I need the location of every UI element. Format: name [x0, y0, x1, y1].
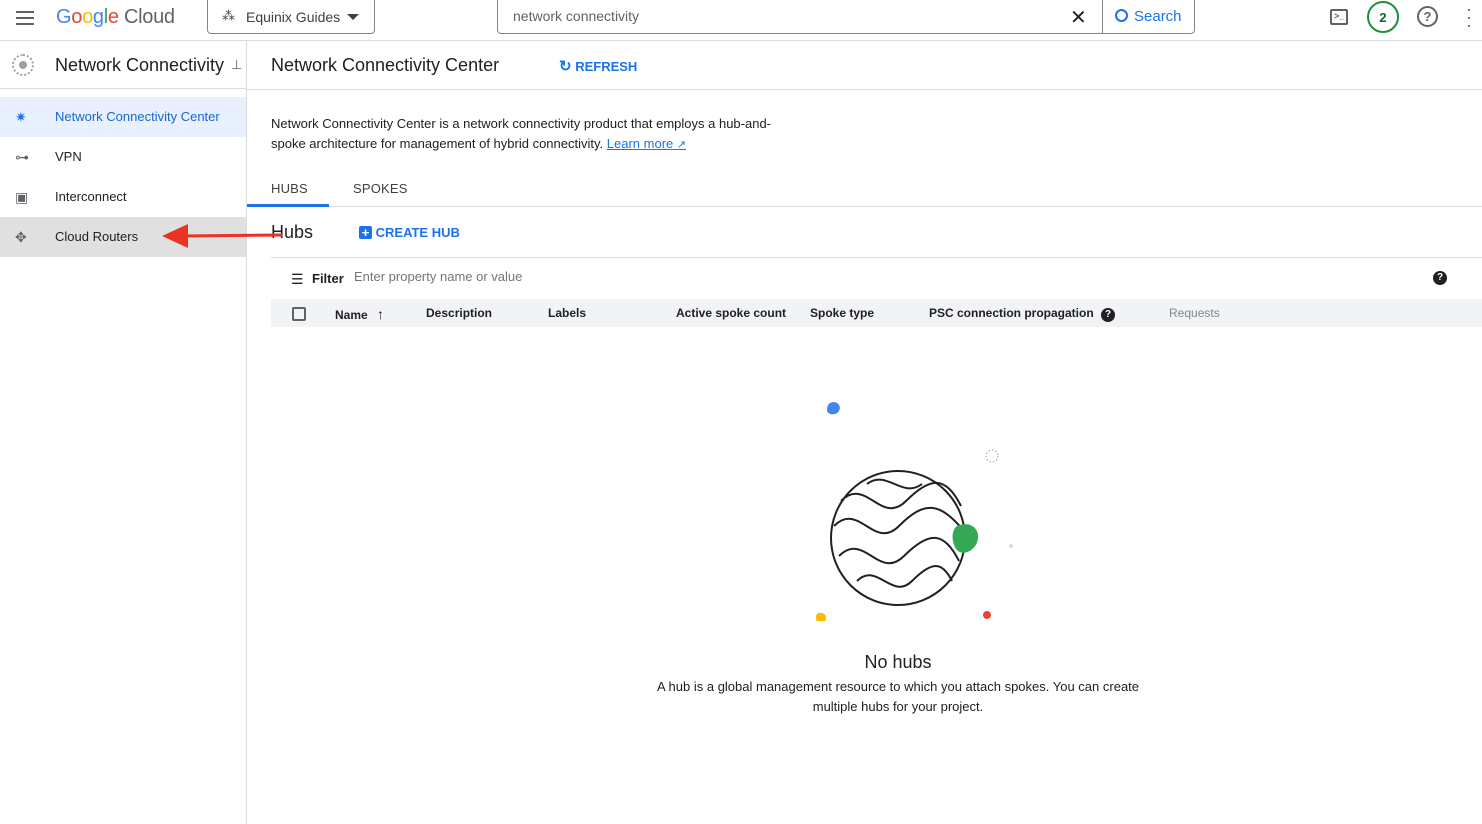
page-description: Network Connectivity Center is a network…	[271, 114, 781, 155]
filter-icon: ☰	[291, 271, 304, 287]
column-label: PSC connection propagation	[929, 306, 1094, 320]
search-bar: ✕ Search	[497, 0, 1195, 34]
column-label: Name	[335, 308, 368, 322]
router-icon: ✥	[15, 229, 27, 245]
clear-search-icon[interactable]: ✕	[1070, 5, 1087, 30]
sidebar-header: Network Connectivity ⊥	[0, 41, 246, 89]
select-all-checkbox[interactable]	[292, 307, 306, 321]
main-content: Network Connectivity Center ↻ REFRESH Ne…	[247, 41, 1482, 824]
sidebar-item-vpn[interactable]: ⊶ VPN	[0, 137, 246, 177]
sidebar-item-label: Cloud Routers	[55, 229, 139, 244]
filter-input[interactable]	[354, 269, 854, 284]
empty-state-illustration	[816, 402, 1013, 621]
network-connectivity-icon	[12, 54, 34, 76]
column-psc-connection-propagation[interactable]: PSC connection propagation ?	[929, 306, 1116, 322]
sidebar-item-network-connectivity-center[interactable]: ✷ Network Connectivity Center	[0, 97, 246, 137]
add-icon: +	[359, 226, 372, 239]
interconnect-icon: ▣	[15, 189, 29, 205]
active-tab-indicator	[247, 204, 329, 207]
learn-more-label: Learn more	[606, 136, 674, 151]
filter-bar: ☰ Filter ?	[271, 257, 1482, 299]
empty-state-title: No hubs	[864, 652, 932, 672]
annotation-arrow	[162, 224, 283, 248]
sidebar-title: Network Connectivity	[55, 55, 225, 75]
project-selector[interactable]: ⁂ Equinix Guides	[207, 0, 375, 34]
google-cloud-logo[interactable]: Google Cloud	[56, 6, 175, 29]
column-requests[interactable]: Requests	[1169, 306, 1220, 320]
column-name[interactable]: Name ↑	[335, 306, 384, 322]
external-link-icon: ↗	[676, 139, 687, 151]
learn-more-link[interactable]: Learn more ↗	[607, 136, 686, 151]
refresh-button[interactable]: ↻ REFRESH	[559, 57, 637, 75]
cloud-shell-icon[interactable]: >_	[1330, 9, 1348, 25]
filter-label: Filter	[312, 271, 344, 286]
tab-spokes[interactable]: SPOKES	[353, 181, 408, 196]
search-button[interactable]: Search	[1102, 0, 1195, 34]
help-icon[interactable]: ?	[1101, 308, 1116, 322]
menu-icon[interactable]	[16, 11, 34, 25]
sidebar-item-interconnect[interactable]: ▣ Interconnect	[0, 177, 246, 217]
tabs: HUBS SPOKES	[247, 171, 1482, 207]
pin-icon[interactable]: ⊥	[231, 57, 242, 73]
vpn-icon: ⊶	[15, 149, 29, 165]
column-help-icon[interactable]: ?	[1433, 271, 1447, 285]
refresh-label: REFRESH	[575, 59, 638, 74]
page-header: Network Connectivity Center ↻ REFRESH	[247, 41, 1482, 90]
column-description[interactable]: Description	[426, 306, 492, 320]
search-icon	[1115, 9, 1128, 22]
notifications-badge[interactable]: 2	[1367, 1, 1399, 33]
description-text: Network Connectivity Center is a network…	[271, 116, 772, 151]
column-spoke-type[interactable]: Spoke type	[810, 306, 874, 320]
help-icon[interactable]: ?	[1417, 6, 1438, 27]
caret-down-icon	[347, 14, 359, 20]
search-input[interactable]	[513, 8, 1053, 24]
project-name: Equinix Guides	[246, 9, 341, 25]
create-hub-label: CREATE HUB	[375, 225, 460, 240]
sidebar-item-label: VPN	[55, 149, 82, 164]
hub-icon: ✷	[15, 109, 27, 125]
page-title: Network Connectivity Center	[271, 55, 500, 75]
refresh-icon: ↻	[559, 58, 572, 75]
column-active-spoke-count[interactable]: Active spoke count	[676, 306, 786, 320]
top-bar: Google Cloud ⁂ Equinix Guides ✕ Search >…	[0, 0, 1482, 41]
column-labels[interactable]: Labels	[548, 306, 586, 320]
tab-hubs[interactable]: HUBS	[271, 181, 308, 196]
empty-state-text: A hub is a global management resource to…	[656, 679, 1140, 714]
project-icon: ⁂	[222, 8, 235, 23]
sidebar: Network Connectivity ⊥ ✷ Network Connecti…	[0, 41, 247, 824]
sidebar-item-label: Network Connectivity Center	[55, 109, 220, 124]
sidebar-item-label: Interconnect	[55, 189, 127, 204]
more-options-icon[interactable]: · · ·	[1466, 0, 1472, 34]
search-label: Search	[1134, 8, 1182, 25]
sort-ascending-icon: ↑	[377, 306, 385, 322]
empty-state: No hubs A hub is a global management res…	[645, 652, 1151, 717]
create-hub-button[interactable]: + CREATE HUB	[359, 225, 460, 240]
